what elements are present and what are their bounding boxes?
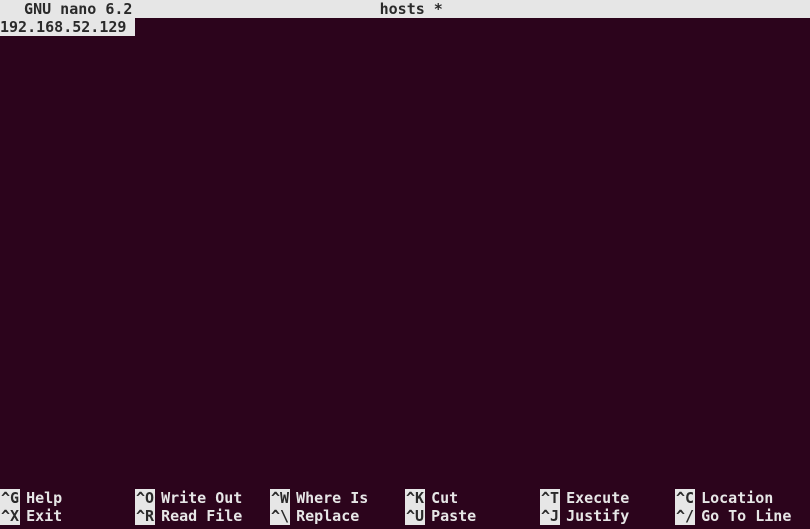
shortcut-label: Replace — [296, 507, 359, 525]
editor-area[interactable]: 192.168.52.129 — [0, 18, 810, 489]
shortcut-label: Write Out — [161, 489, 242, 507]
shortcut-key: ^R — [135, 507, 155, 525]
editor-line-1: 192.168.52.129 — [0, 18, 126, 36]
shortcut-key: ^T — [540, 489, 560, 507]
shortcut-key: ^O — [135, 489, 155, 507]
shortcut-label: Exit — [26, 507, 62, 525]
shortcut-key: ^/ — [675, 507, 695, 525]
shortcut-key: ^J — [540, 507, 560, 525]
shortcut-execute[interactable]: ^T Execute — [540, 489, 675, 507]
shortcut-key: ^G — [0, 489, 20, 507]
shortcut-label: Where Is — [296, 489, 368, 507]
shortcut-cut[interactable]: ^K Cut — [405, 489, 540, 507]
shortcut-key: ^W — [270, 489, 290, 507]
shortcut-writeout[interactable]: ^O Write Out — [135, 489, 270, 507]
nano-filename: hosts * — [132, 0, 690, 18]
shortcut-label: Execute — [566, 489, 629, 507]
shortcut-label: Paste — [431, 507, 476, 525]
shortcut-key: ^U — [405, 507, 425, 525]
shortcut-paste[interactable]: ^U Paste — [405, 507, 540, 525]
nano-app-name: GNU nano 6.2 — [0, 0, 132, 18]
shortcut-location[interactable]: ^C Location — [675, 489, 810, 507]
shortcut-label: Read File — [161, 507, 242, 525]
shortcut-label: Cut — [431, 489, 458, 507]
nano-terminal: GNU nano 6.2 hosts * 192.168.52.129 ^G H… — [0, 0, 810, 529]
shortcut-replace[interactable]: ^\ Replace — [270, 507, 405, 525]
shortcut-justify[interactable]: ^J Justify — [540, 507, 675, 525]
text-cursor — [126, 18, 135, 36]
shortcut-key: ^X — [0, 507, 20, 525]
shortcut-key: ^\ — [270, 507, 290, 525]
shortcut-readfile[interactable]: ^R Read File — [135, 507, 270, 525]
shortcut-label: Help — [26, 489, 62, 507]
shortcut-bar: ^G Help ^O Write Out ^W Where Is ^K Cut … — [0, 489, 810, 529]
shortcut-key: ^C — [675, 489, 695, 507]
shortcut-gotoline[interactable]: ^/ Go To Line — [675, 507, 810, 525]
shortcut-help[interactable]: ^G Help — [0, 489, 135, 507]
shortcut-label: Go To Line — [701, 507, 791, 525]
shortcut-label: Location — [701, 489, 773, 507]
shortcut-label: Justify — [566, 507, 629, 525]
shortcut-whereis[interactable]: ^W Where Is — [270, 489, 405, 507]
shortcut-exit[interactable]: ^X Exit — [0, 507, 135, 525]
nano-titlebar: GNU nano 6.2 hosts * — [0, 0, 810, 18]
shortcut-key: ^K — [405, 489, 425, 507]
